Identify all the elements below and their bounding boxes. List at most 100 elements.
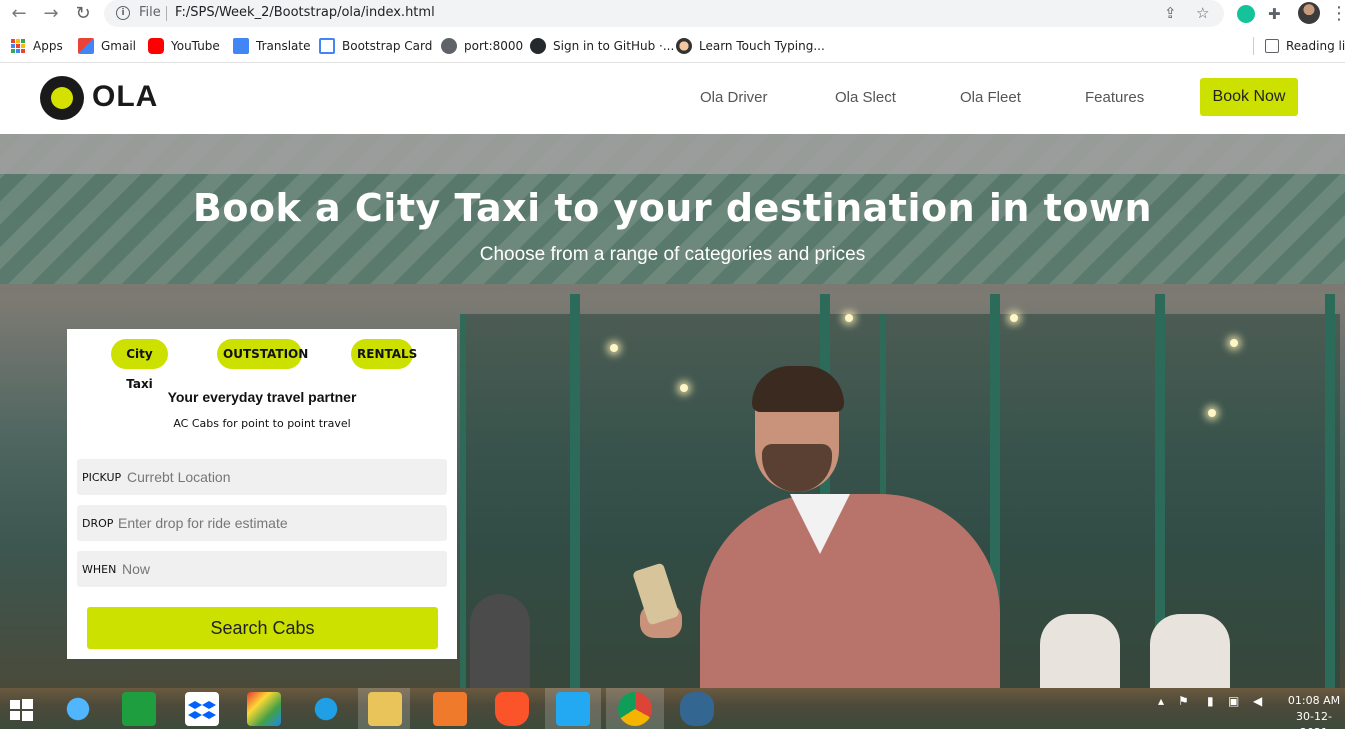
menu-kebab-icon[interactable]: ⋮ bbox=[1330, 3, 1345, 25]
bookmark-label: Gmail bbox=[101, 39, 137, 53]
booking-heading: Your everyday travel partner bbox=[167, 389, 357, 405]
info-icon[interactable]: i bbox=[116, 6, 130, 20]
tray-flag-icon[interactable]: ⚑ bbox=[1178, 694, 1189, 708]
bookmark-label: Learn Touch Typing... bbox=[699, 39, 825, 53]
tab-outstation[interactable]: OUTSTATION bbox=[217, 339, 308, 369]
clock-time: 01:08 AM bbox=[1287, 694, 1341, 707]
gmail-icon bbox=[78, 38, 94, 54]
search-cabs-button[interactable]: Search Cabs bbox=[87, 607, 438, 649]
tray-network-icon[interactable]: ▣ bbox=[1228, 694, 1239, 708]
url-text[interactable]: F:/SPS/Week_2/Bootstrap/ola/index.html bbox=[175, 5, 435, 20]
nav-link-ola-driver[interactable]: Ola Driver bbox=[700, 89, 768, 106]
drop-field[interactable]: DROP bbox=[77, 505, 447, 541]
hero-background-light bbox=[1208, 409, 1216, 417]
url-scheme: File bbox=[139, 5, 161, 20]
tray-battery-icon[interactable]: ▮ bbox=[1207, 694, 1214, 708]
hero-background-light bbox=[610, 344, 618, 352]
microsoft-store-icon[interactable] bbox=[122, 692, 156, 726]
reading-list-icon bbox=[1265, 39, 1279, 53]
hero-background-post bbox=[1325, 294, 1335, 688]
pickup-field[interactable]: PICKUP bbox=[77, 459, 447, 495]
hero-subtitle: Choose from a range of categories and pr… bbox=[479, 244, 866, 265]
back-arrow-icon[interactable]: ← bbox=[8, 3, 30, 25]
nav-link-features[interactable]: Features bbox=[1085, 89, 1144, 106]
vscode-icon[interactable] bbox=[556, 692, 590, 726]
pickup-input[interactable] bbox=[127, 459, 437, 495]
github-icon bbox=[530, 38, 546, 54]
translate-icon bbox=[233, 38, 249, 54]
bookmark-label: Apps bbox=[33, 39, 63, 53]
book-now-button[interactable]: Book Now bbox=[1200, 78, 1298, 116]
chrome-browser-icon[interactable] bbox=[618, 692, 652, 726]
hero-background-light bbox=[680, 384, 688, 392]
hero-person-sweater bbox=[700, 494, 1000, 688]
bookmark-label: Bootstrap Card bbox=[342, 39, 433, 53]
bootstrap-icon bbox=[319, 38, 335, 54]
site-navbar: OLA Ola Driver Ola Slect Ola Fleet Featu… bbox=[0, 64, 1345, 134]
internet-explorer-icon[interactable] bbox=[61, 692, 95, 726]
logo-text[interactable]: OLA bbox=[92, 80, 158, 114]
system-clock[interactable]: 01:08 AM 30-12-2021 bbox=[1284, 693, 1344, 729]
url-divider bbox=[166, 6, 167, 21]
forward-arrow-icon[interactable]: → bbox=[40, 3, 62, 25]
edge-browser-icon[interactable] bbox=[309, 692, 343, 726]
bookmark-label: port:8000 bbox=[464, 39, 524, 53]
hero-background-post bbox=[570, 294, 580, 688]
booking-subheading: AC Cabs for point to point travel bbox=[173, 417, 351, 430]
hero-title: Book a City Taxi to your destination in … bbox=[192, 186, 1153, 230]
file-explorer-icon[interactable] bbox=[368, 692, 402, 726]
bookmark-github[interactable]: Sign in to GitHub ·... bbox=[530, 37, 674, 55]
when-field[interactable]: WHEN bbox=[77, 551, 447, 587]
bookmark-apps[interactable]: Apps bbox=[11, 37, 63, 55]
share-icon[interactable]: ⇪ bbox=[1164, 4, 1177, 22]
address-bar[interactable]: i File F:/SPS/Week_2/Bootstrap/ola/index… bbox=[104, 0, 1224, 27]
clock-date: 30-12-2021 bbox=[1296, 710, 1332, 729]
profile-avatar[interactable] bbox=[1298, 2, 1320, 24]
tab-rentals[interactable]: RENTALS bbox=[351, 339, 417, 369]
windows-taskbar: ▴ ⚑ ▮ ▣ ◀ 01:08 AM 30-12-2021 bbox=[0, 688, 1345, 729]
pickup-label: PICKUP bbox=[82, 471, 122, 484]
windows-start-icon[interactable] bbox=[4, 692, 38, 726]
ola-logo-icon[interactable] bbox=[40, 76, 84, 120]
hero-background-person bbox=[470, 594, 530, 688]
apps-grid-icon bbox=[11, 39, 25, 53]
globe-icon bbox=[441, 38, 457, 54]
bookmarks-divider bbox=[1253, 37, 1254, 55]
hero-background-person bbox=[1040, 614, 1120, 688]
hero-background-person bbox=[1150, 614, 1230, 688]
bookmark-bootstrap-card[interactable]: Bootstrap Card bbox=[319, 37, 432, 55]
tab-city-taxi[interactable]: City Taxi bbox=[111, 339, 168, 391]
bookmark-label: Translate bbox=[256, 39, 311, 53]
extensions-puzzle-icon[interactable]: ✚ bbox=[1268, 5, 1286, 23]
hero-background-light bbox=[1230, 339, 1238, 347]
hero-background-light bbox=[1010, 314, 1018, 322]
dropbox-icon[interactable] bbox=[185, 692, 219, 726]
hero-background-roof bbox=[0, 134, 1345, 174]
youtube-icon bbox=[148, 38, 164, 54]
postgresql-icon[interactable] bbox=[680, 692, 714, 726]
nav-link-ola-select[interactable]: Ola Slect bbox=[835, 89, 896, 106]
colorful-app-icon[interactable] bbox=[247, 692, 281, 726]
reading-list[interactable]: Reading lis bbox=[1265, 37, 1345, 55]
when-input[interactable] bbox=[122, 551, 437, 587]
drop-input[interactable] bbox=[118, 505, 438, 541]
reload-icon[interactable]: ↻ bbox=[72, 3, 94, 25]
hero-background-light bbox=[845, 314, 853, 322]
brave-browser-icon[interactable] bbox=[495, 692, 529, 726]
bookmark-port-8000[interactable]: port:8000 bbox=[441, 37, 523, 55]
drop-label: DROP bbox=[82, 517, 114, 530]
bookmark-label: Sign in to GitHub ·... bbox=[553, 39, 675, 53]
bookmark-gmail[interactable]: Gmail bbox=[78, 37, 136, 55]
booking-card: City Taxi OUTSTATION RENTALS Your everyd… bbox=[67, 329, 457, 659]
tray-volume-icon[interactable]: ◀ bbox=[1253, 694, 1262, 708]
nav-link-ola-fleet[interactable]: Ola Fleet bbox=[960, 89, 1021, 106]
xampp-icon[interactable] bbox=[433, 692, 467, 726]
grammarly-extension-icon[interactable] bbox=[1237, 5, 1255, 23]
bookmark-touch-typing[interactable]: Learn Touch Typing... bbox=[676, 37, 825, 55]
when-label: WHEN bbox=[82, 563, 117, 576]
reading-list-label: Reading lis bbox=[1286, 39, 1345, 53]
bookmark-youtube[interactable]: YouTube bbox=[148, 37, 220, 55]
star-icon[interactable]: ☆ bbox=[1196, 4, 1209, 22]
bookmark-translate[interactable]: Translate bbox=[233, 37, 311, 55]
tray-chevron-up-icon[interactable]: ▴ bbox=[1158, 694, 1164, 708]
